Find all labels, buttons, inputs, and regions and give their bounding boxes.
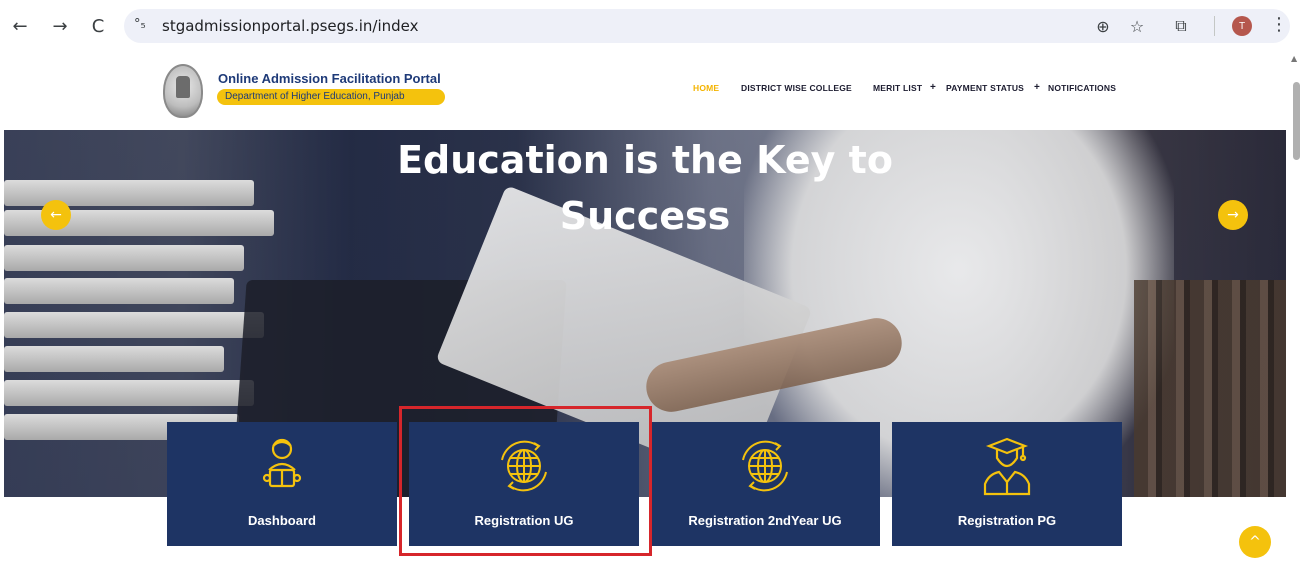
site-info-icon[interactable]: °₅ bbox=[134, 17, 146, 32]
slider-next-icon[interactable]: → bbox=[1218, 200, 1248, 230]
url-text[interactable]: stgadmissionportal.psegs.in/index bbox=[162, 17, 419, 35]
hero-heading-line1: Education is the Key to bbox=[397, 138, 893, 182]
merit-list-expand-icon[interactable]: + bbox=[930, 82, 936, 93]
student-reading-icon bbox=[262, 438, 302, 488]
card-label: Registration PG bbox=[957, 513, 1057, 528]
reload-icon[interactable]: C bbox=[86, 14, 110, 38]
card-label: Registration 2ndYear UG bbox=[688, 513, 842, 528]
site-header: Online Admission Facilitation Portal Dep… bbox=[0, 52, 1290, 130]
toolbar-separator bbox=[1214, 16, 1215, 36]
forward-icon[interactable]: → bbox=[48, 14, 72, 38]
browser-menu-icon[interactable]: ⋮ bbox=[1270, 14, 1288, 35]
payment-status-expand-icon[interactable]: + bbox=[1034, 82, 1040, 93]
bookshelf-image bbox=[1134, 280, 1286, 497]
extensions-icon[interactable]: ⧉ bbox=[1170, 15, 1192, 37]
browser-toolbar: ← → C °₅ stgadmissionportal.psegs.in/ind… bbox=[0, 0, 1302, 52]
slider-prev-icon[interactable]: ← bbox=[41, 200, 71, 230]
hero-heading-line2: Success bbox=[559, 194, 731, 238]
profile-avatar[interactable]: T bbox=[1232, 16, 1252, 36]
nav-district-wise-college[interactable]: DISTRICT WISE COLLEGE bbox=[741, 83, 852, 93]
address-bar[interactable]: °₅ stgadmissionportal.psegs.in/index ⊕ ☆ bbox=[124, 9, 1290, 43]
dashboard-card[interactable]: Dashboard bbox=[167, 422, 397, 546]
department-badge: Department of Higher Education, Punjab bbox=[217, 89, 445, 105]
nav-home[interactable]: HOME bbox=[693, 83, 719, 93]
card-label: Dashboard bbox=[248, 513, 316, 528]
registration-ug-highlight-box bbox=[399, 406, 652, 556]
nav-payment-status[interactable]: PAYMENT STATUS bbox=[946, 83, 1024, 93]
registration-2ndyear-ug-card[interactable]: Registration 2ndYear UG bbox=[650, 422, 880, 546]
hero-heading: Education is the Key to Success bbox=[4, 130, 1286, 244]
zoom-icon[interactable]: ⊕ bbox=[1092, 15, 1114, 37]
back-to-top-icon[interactable]: ^ bbox=[1239, 526, 1271, 558]
nav-notifications[interactable]: NOTIFICATIONS bbox=[1048, 83, 1116, 93]
nav-merit-list[interactable]: MERIT LIST bbox=[873, 83, 922, 93]
globe-icon bbox=[742, 440, 788, 492]
scroll-up-arrow-icon[interactable]: ▲ bbox=[1291, 54, 1297, 63]
punjab-emblem-logo bbox=[163, 64, 203, 118]
bookmark-star-icon[interactable]: ☆ bbox=[1126, 15, 1148, 37]
portal-title: Online Admission Facilitation Portal bbox=[218, 71, 441, 86]
back-icon[interactable]: ← bbox=[8, 14, 32, 38]
scrollbar-thumb[interactable] bbox=[1293, 82, 1300, 160]
graduate-icon bbox=[983, 437, 1031, 496]
registration-pg-card[interactable]: Registration PG bbox=[892, 422, 1122, 546]
